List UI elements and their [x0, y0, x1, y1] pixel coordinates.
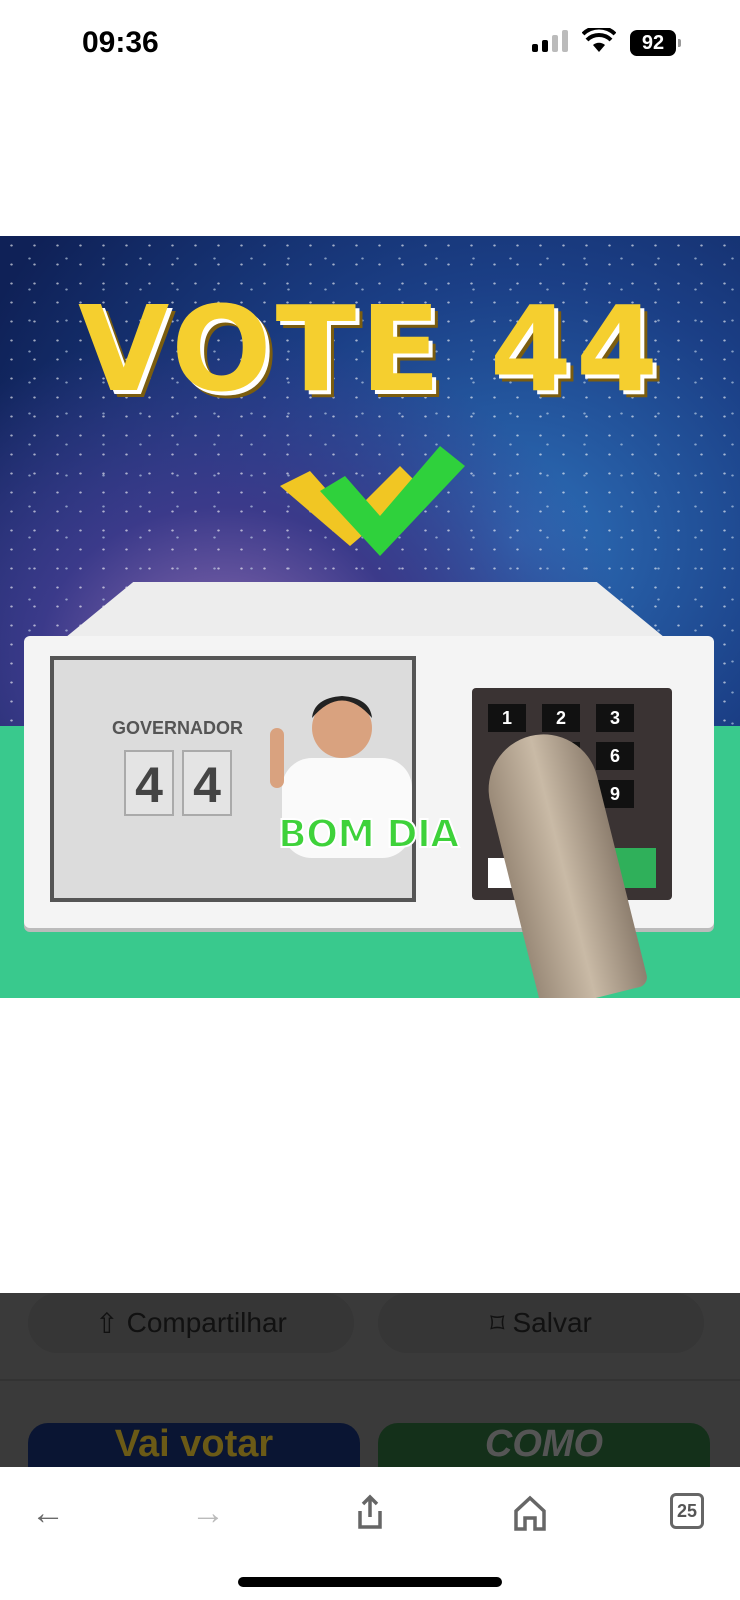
clock: 09:36 [82, 26, 159, 59]
vote-image[interactable]: VOTE 44 GOVERNADOR 4 4 1 2 3 5 6 9 BOM D… [0, 236, 740, 998]
machine-lid [60, 582, 670, 642]
overlay-text: BOM DIA [277, 811, 460, 857]
save-label: Salvar [512, 1307, 592, 1338]
battery-icon: 92 [630, 30, 681, 56]
share-icon: ⇧ [95, 1307, 119, 1339]
tabs-button[interactable]: 25 [670, 1493, 704, 1529]
digit: 4 [182, 750, 232, 816]
digit: 4 [124, 750, 174, 816]
cellular-signal-icon [532, 30, 568, 52]
thumbnail-text: COMO [484, 1423, 604, 1465]
thumbnail-text: Vai votar [114, 1423, 274, 1465]
key: 2 [542, 704, 580, 732]
actions-overlay: ⇧ Compartilhar ⌑ Salvar Vai votar COMO [0, 1293, 740, 1483]
key: 6 [596, 742, 634, 770]
headline: VOTE 44 [78, 280, 662, 418]
key: 1 [488, 704, 526, 732]
divider [0, 1379, 740, 1381]
share-icon[interactable] [350, 1493, 390, 1533]
share-button[interactable]: ⇧ Compartilhar [28, 1293, 354, 1353]
forward-icon[interactable]: → [188, 1493, 228, 1533]
save-button[interactable]: ⌑ Salvar [378, 1293, 704, 1353]
status-bar: 09:36 92 [0, 0, 740, 90]
checkmark-logo-icon [280, 446, 465, 556]
wifi-icon [582, 28, 616, 52]
home-icon[interactable] [510, 1493, 550, 1533]
office-label: GOVERNADOR [112, 718, 244, 738]
back-icon[interactable]: ← [28, 1493, 68, 1533]
home-indicator[interactable] [238, 1577, 502, 1587]
share-label: Compartilhar [126, 1307, 287, 1338]
key: 3 [596, 704, 634, 732]
bookmark-icon: ⌑ [490, 1307, 505, 1339]
